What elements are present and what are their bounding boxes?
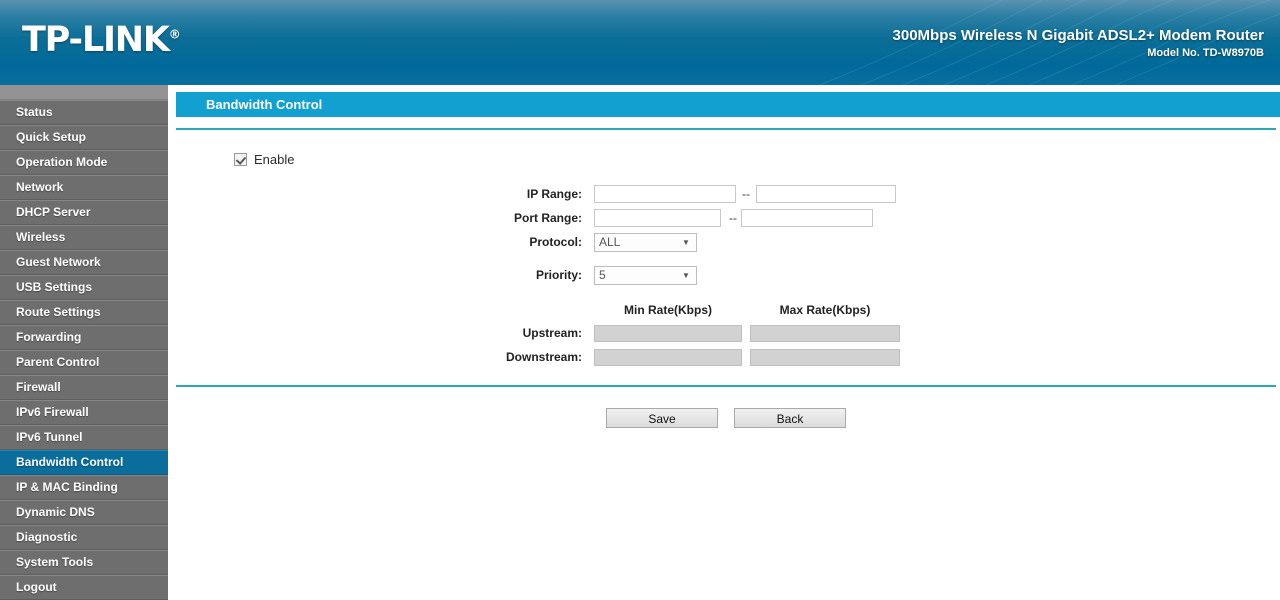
- product-title: 300Mbps Wireless N Gigabit ADSL2+ Modem …: [892, 27, 1264, 44]
- ip-range-row: IP Range: --: [176, 182, 1280, 206]
- priority-row: Priority: 5 ▼: [176, 263, 1280, 287]
- sidebar-top-spacer: [0, 85, 168, 100]
- downstream-label: Downstream:: [505, 350, 582, 364]
- upstream-row: Upstream:: [176, 321, 1280, 345]
- enable-label: Enable: [254, 151, 295, 167]
- downstream-max-rate-input[interactable]: [750, 348, 900, 366]
- downstream-row: Downstream:: [176, 345, 1280, 369]
- page-title-bar: Bandwidth Control: [176, 92, 1280, 117]
- registered-mark: ®: [168, 27, 181, 42]
- sidebar-item-guest-network[interactable]: Guest Network: [0, 250, 168, 275]
- chevron-down-icon: ▼: [682, 270, 690, 280]
- model-number: Model No. TD-W8970B: [1147, 47, 1264, 59]
- sidebar-item-status[interactable]: Status: [0, 100, 168, 125]
- form-spacer: [176, 254, 1280, 263]
- save-button[interactable]: Save: [606, 408, 718, 428]
- ip-range-end-input[interactable]: [756, 185, 896, 203]
- sidebar-item-network[interactable]: Network: [0, 175, 168, 200]
- sidebar-item-ipv6-tunnel[interactable]: IPv6 Tunnel: [0, 425, 168, 450]
- page-header: TP-LINK® 300Mbps Wireless N Gigabit ADSL…: [0, 0, 1280, 85]
- ip-range-start-input[interactable]: [594, 185, 736, 203]
- upstream-min-rate-input[interactable]: [594, 324, 742, 342]
- title-divider: [176, 128, 1276, 130]
- sidebar-item-firewall[interactable]: Firewall: [0, 375, 168, 400]
- priority-select[interactable]: 5 ▼: [594, 265, 697, 285]
- sidebar-item-system-tools[interactable]: System Tools: [0, 550, 168, 575]
- downstream-min-rate-input[interactable]: [594, 348, 742, 366]
- port-range-separator: --: [729, 211, 737, 225]
- port-range-row: Port Range: --: [176, 206, 1280, 230]
- sidebar-item-logout[interactable]: Logout: [0, 575, 168, 600]
- ip-range-label: IP Range:: [526, 187, 582, 201]
- page-body: Status Quick Setup Operation Mode Network DH…: [0, 85, 1280, 600]
- ip-range-separator: --: [742, 187, 750, 201]
- max-rate-header: Max Rate(Kbps): [779, 303, 871, 317]
- priority-label: Priority:: [535, 268, 582, 282]
- sidebar-navigation: Status Quick Setup Operation Mode Network DH…: [0, 85, 168, 600]
- sidebar-item-dynamic-dns[interactable]: Dynamic DNS: [0, 500, 168, 525]
- protocol-select[interactable]: ALL ▼: [594, 232, 697, 252]
- enable-row: Enable: [176, 150, 1280, 168]
- port-range-label: Port Range:: [513, 211, 582, 225]
- sidebar-item-quick-setup[interactable]: Quick Setup: [0, 125, 168, 150]
- protocol-row: Protocol: ALL ▼: [176, 230, 1280, 254]
- sidebar-item-forwarding[interactable]: Forwarding: [0, 325, 168, 350]
- form-actions: Save Back: [176, 408, 1280, 428]
- port-range-end-input[interactable]: [741, 209, 873, 227]
- tp-link-logo: TP-LINK®: [22, 20, 181, 60]
- priority-selected-value: 5: [599, 267, 606, 282]
- main-content: Bandwidth Control Enable IP Range: -- Po…: [176, 85, 1280, 589]
- form-bottom-divider: [176, 385, 1276, 387]
- brand-name: TP-LINK: [22, 20, 170, 60]
- chevron-down-icon: ▼: [682, 237, 690, 247]
- enable-checkbox[interactable]: [234, 152, 247, 166]
- sidebar-item-bandwidth-control[interactable]: Bandwidth Control: [0, 450, 168, 475]
- sidebar-item-parent-control[interactable]: Parent Control: [0, 350, 168, 375]
- sidebar-item-operation-mode[interactable]: Operation Mode: [0, 150, 168, 175]
- protocol-selected-value: ALL: [599, 234, 621, 249]
- sidebar-item-wireless[interactable]: Wireless: [0, 225, 168, 250]
- upstream-max-rate-input[interactable]: [750, 324, 900, 342]
- sidebar-item-diagnostic[interactable]: Diagnostic: [0, 525, 168, 550]
- back-button[interactable]: Back: [734, 408, 846, 428]
- bandwidth-rule-form: IP Range: -- Port Range: -- Protocol: AL…: [176, 182, 1280, 369]
- sidebar-item-ip-and-mac-binding[interactable]: IP & MAC Binding: [0, 475, 168, 500]
- sidebar-item-ipv6-firewall[interactable]: IPv6 Firewall: [0, 400, 168, 425]
- sidebar-item-route-settings[interactable]: Route Settings: [0, 300, 168, 325]
- sidebar-item-dhcp-server[interactable]: DHCP Server: [0, 200, 168, 225]
- protocol-label: Protocol:: [529, 235, 582, 249]
- page-title: Bandwidth Control: [206, 97, 323, 112]
- min-rate-header: Min Rate(Kbps): [624, 303, 712, 317]
- upstream-label: Upstream:: [522, 326, 582, 340]
- port-range-start-input[interactable]: [594, 209, 721, 227]
- rate-table-header: Min Rate(Kbps) Max Rate(Kbps): [176, 299, 1280, 321]
- sidebar-item-usb-settings[interactable]: USB Settings: [0, 275, 168, 300]
- product-info: 300Mbps Wireless N Gigabit ADSL2+ Modem …: [893, 27, 1264, 59]
